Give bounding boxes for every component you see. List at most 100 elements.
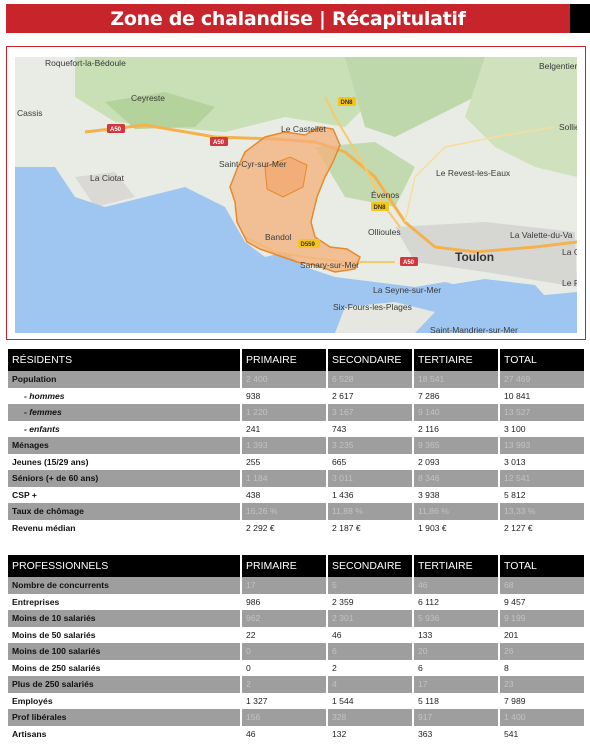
residents-col-tertiaire: TERTIAIRE	[414, 349, 498, 371]
table-row: Population 2 400 6 528 18 541 27 469	[8, 371, 584, 388]
row-label: Revenu médian	[12, 522, 76, 533]
cell-tertiaire: 5 118	[418, 695, 439, 706]
cell-total: 1 400	[500, 709, 584, 726]
cell-secondaire: 2 617	[332, 390, 354, 401]
cell-secondaire: 6 528	[328, 371, 412, 388]
row-label: Séniors (+ de 60 ans)	[8, 470, 240, 487]
table-row: Moins de 250 salariés 0 2 6 8	[8, 660, 584, 677]
shield-a50-east: A50	[400, 257, 418, 266]
professionals-rows: Nombre de concurrents 17 5 46 68 Entreprises 9…	[8, 577, 584, 742]
label-saint-cyr: Saint-Cyr-sur-Mer	[219, 159, 287, 169]
residents-col-secondaire: SECONDAIRE	[328, 349, 412, 371]
cell-tertiaire: 2 093	[418, 456, 440, 467]
cell-primaire: 986	[246, 596, 261, 607]
professionals-col-tertiaire: TERTIAIRE	[414, 555, 498, 577]
row-label: Moins de 100 salariés	[8, 643, 240, 660]
label-la-garde: La G	[562, 247, 577, 257]
cell-tertiaire: 2 116	[418, 423, 439, 434]
cell-total: 68	[500, 577, 584, 594]
shield-dn8-north: DN8	[338, 97, 356, 106]
cell-primaire: 255	[246, 456, 261, 467]
table-row: Moins de 10 salariés 962 2 301 5 936 9 199	[8, 610, 584, 627]
row-label: - enfants	[24, 423, 60, 434]
catchment-map[interactable]: A50 A50 A50 DN8 DN8 D559 Roquefort-la-Bé…	[15, 57, 577, 333]
svg-text:A50: A50	[403, 260, 415, 266]
table-row: Artisans 46 132 363 541	[8, 726, 584, 743]
label-bandol: Bandol	[265, 232, 292, 242]
cell-primaire: 1 220	[242, 404, 326, 421]
table-row: Plus de 250 salariés 2 4 17 23	[8, 676, 584, 693]
table-row: Nombre de concurrents 17 5 46 68	[8, 577, 584, 594]
cell-tertiaire: 18 541	[414, 371, 498, 388]
table-row: Ménages 1 393 3 235 9 365 13 993	[8, 437, 584, 454]
cell-total: 8	[504, 662, 509, 673]
label-le-pradet: Le P	[562, 278, 577, 288]
cell-tertiaire: 917	[414, 709, 498, 726]
cell-primaire: 2 400	[242, 371, 326, 388]
cell-secondaire: 3 235	[328, 437, 412, 454]
svg-text:A50: A50	[110, 127, 122, 133]
cell-secondaire: 665	[332, 456, 347, 467]
label-sanary: Sanary-sur-Mer	[300, 260, 359, 270]
row-label: - femmes	[8, 404, 240, 421]
cell-secondaire: 1 436	[332, 489, 354, 500]
page-title-bar: Zone de chalandise | Récapitulatif	[6, 4, 570, 33]
cell-tertiaire: 363	[418, 728, 433, 739]
table-row: Jeunes (15/29 ans) 255 665 2 093 3 013	[8, 454, 584, 471]
residents-col-primaire: PRIMAIRE	[242, 349, 326, 371]
cell-tertiaire: 6	[418, 662, 423, 673]
table-row: - femmes 1 220 3 167 9 140 13 527	[8, 404, 584, 421]
cell-primaire: 2	[242, 676, 326, 693]
table-row: Entreprises 986 2 359 6 112 9 457	[8, 594, 584, 611]
cell-primaire: 1 327	[246, 695, 268, 706]
cell-total: 9 199	[500, 610, 584, 627]
cell-total: 3 013	[504, 456, 526, 467]
row-label: Moins de 50 salariés	[12, 629, 96, 640]
residents-col-total: TOTAL	[500, 349, 584, 371]
cell-total: 9 457	[504, 596, 526, 607]
row-label: Ménages	[8, 437, 240, 454]
cell-secondaire: 46	[332, 629, 342, 640]
row-label: Artisans	[12, 728, 47, 739]
title-accent-tab	[570, 4, 590, 33]
label-belgentier: Belgentier	[539, 61, 577, 71]
cell-secondaire: 3 011	[328, 470, 412, 487]
label-roquefort: Roquefort-la-Bédoule	[45, 58, 126, 68]
cell-secondaire: 2 187 €	[332, 522, 361, 533]
cell-tertiaire: 17	[414, 676, 498, 693]
professionals-col-secondaire: SECONDAIRE	[328, 555, 412, 577]
cell-secondaire: 2	[332, 662, 337, 673]
cell-primaire: 0	[246, 662, 251, 673]
cell-tertiaire: 1 903 €	[418, 522, 447, 533]
page-title: Zone de chalandise | Récapitulatif	[110, 7, 466, 30]
cell-secondaire: 132	[332, 728, 347, 739]
row-label: Population	[8, 371, 240, 388]
row-label: - hommes	[24, 390, 65, 401]
cell-secondaire: 6	[328, 643, 412, 660]
cell-total: 541	[504, 728, 519, 739]
residents-header: RÉSIDENTS	[8, 349, 240, 371]
svg-text:DN8: DN8	[374, 205, 387, 211]
cell-secondaire: 11,88 %	[328, 503, 412, 520]
label-evenos: Évenos	[371, 190, 399, 200]
cell-secondaire: 743	[332, 423, 347, 434]
label-ollioules: Ollioules	[368, 227, 401, 237]
cell-tertiaire: 7 286	[418, 390, 440, 401]
svg-text:D559: D559	[301, 242, 316, 248]
cell-secondaire: 1 544	[332, 695, 354, 706]
label-sollies: Sollié	[559, 122, 577, 132]
cell-total: 13,33 %	[500, 503, 584, 520]
cell-secondaire: 3 167	[328, 404, 412, 421]
row-label: Moins de 10 salariés	[8, 610, 240, 627]
cell-primaire: 1 393	[242, 437, 326, 454]
cell-total: 27 469	[500, 371, 584, 388]
cell-tertiaire: 20	[414, 643, 498, 660]
cell-primaire: 16,26 %	[242, 503, 326, 520]
shield-d559: D559	[298, 239, 320, 248]
label-la-ciotat: La Ciotat	[90, 173, 125, 183]
cell-primaire: 2 292 €	[246, 522, 275, 533]
cell-secondaire: 4	[328, 676, 412, 693]
residents-rows: Population 2 400 6 528 18 541 27 469 - hommes…	[8, 371, 584, 536]
cell-tertiaire: 3 938	[418, 489, 440, 500]
table-row: Moins de 50 salariés 22 46 133 201	[8, 627, 584, 644]
